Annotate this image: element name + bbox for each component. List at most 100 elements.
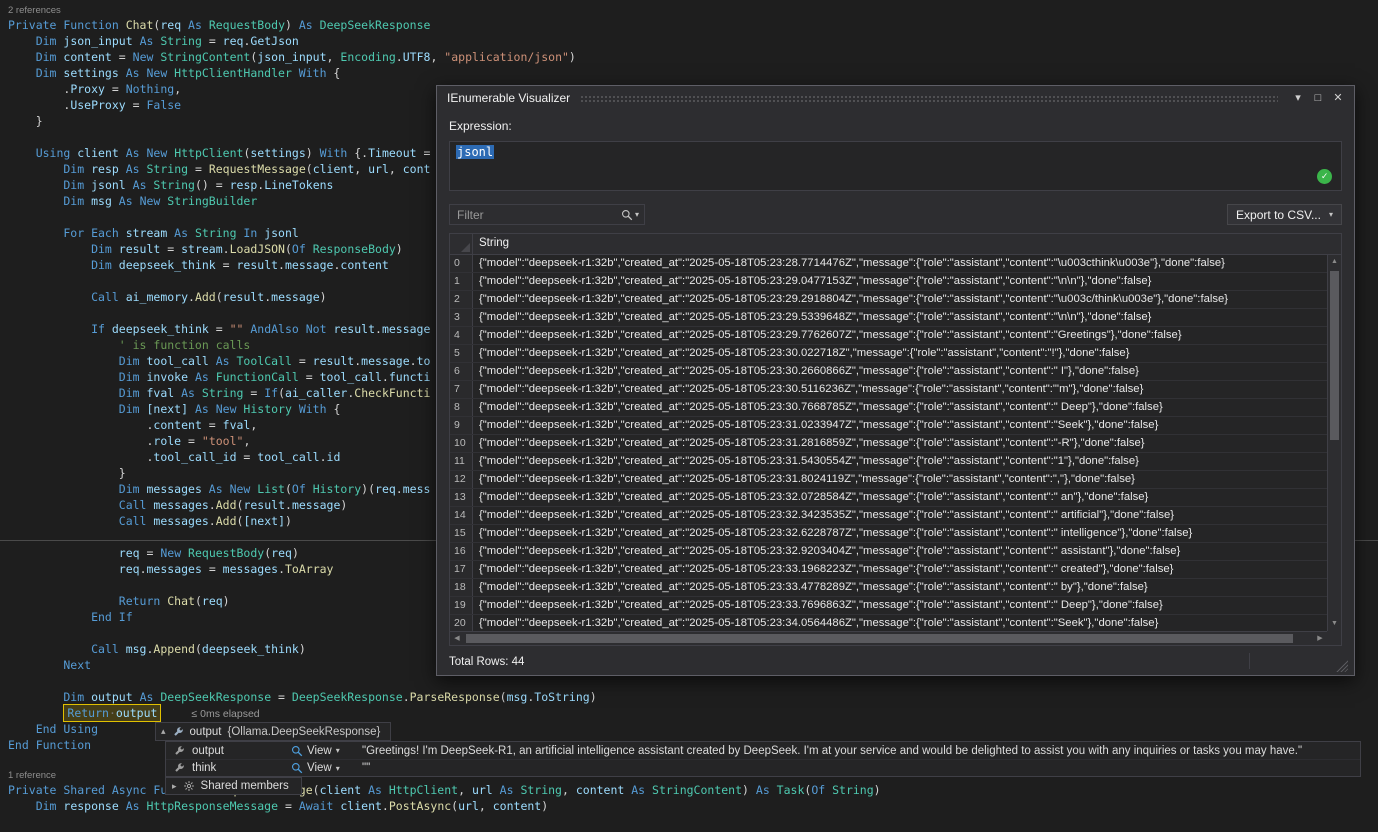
member-row-think[interactable]: think View ▾ "" — [166, 759, 1360, 776]
row-value-cell[interactable]: {"model":"deepseek-r1:32b","created_at":… — [473, 471, 1327, 488]
row-value-cell[interactable]: {"model":"deepseek-r1:32b","created_at":… — [473, 615, 1327, 631]
row-index-cell[interactable]: 5 — [450, 345, 473, 362]
grid-row[interactable]: 6{"model":"deepseek-r1:32b","created_at"… — [450, 363, 1327, 381]
window-menu-icon[interactable]: ▾ — [1288, 89, 1308, 107]
select-all-corner[interactable] — [450, 234, 473, 254]
row-index-cell[interactable]: 8 — [450, 399, 473, 416]
row-index-cell[interactable]: 6 — [450, 363, 473, 380]
grid-row[interactable]: 14{"model":"deepseek-r1:32b","created_at… — [450, 507, 1327, 525]
row-value-cell[interactable]: {"model":"deepseek-r1:32b","created_at":… — [473, 507, 1327, 524]
filter-input[interactable] — [455, 207, 621, 223]
scroll-up-icon[interactable]: ▲ — [1328, 255, 1341, 269]
grid-row[interactable]: 0{"model":"deepseek-r1:32b","created_at"… — [450, 255, 1327, 273]
grid-rows: 0{"model":"deepseek-r1:32b","created_at"… — [450, 255, 1327, 631]
grid-row[interactable]: 7{"model":"deepseek-r1:32b","created_at"… — [450, 381, 1327, 399]
title-drag-grip[interactable] — [580, 95, 1278, 104]
grid-row[interactable]: 4{"model":"deepseek-r1:32b","created_at"… — [450, 327, 1327, 345]
row-index-cell[interactable]: 14 — [450, 507, 473, 524]
grid-row[interactable]: 13{"model":"deepseek-r1:32b","created_at… — [450, 489, 1327, 507]
row-index-cell[interactable]: 4 — [450, 327, 473, 344]
row-index-cell[interactable]: 9 — [450, 417, 473, 434]
visualizer-title-bar[interactable]: IEnumerable Visualizer ▾ □ ✕ — [437, 86, 1354, 110]
row-value-cell[interactable]: {"model":"deepseek-r1:32b","created_at":… — [473, 489, 1327, 506]
search-dropdown-icon[interactable]: ▾ — [635, 210, 639, 219]
row-value-cell[interactable]: {"model":"deepseek-r1:32b","created_at":… — [473, 309, 1327, 326]
member-row-output[interactable]: output View ▾ "Greetings! I'm DeepSeek-R… — [166, 742, 1360, 759]
grid-row[interactable]: 2{"model":"deepseek-r1:32b","created_at"… — [450, 291, 1327, 309]
expression-input[interactable]: jsonl ✓ — [449, 141, 1342, 191]
vertical-scrollbar[interactable]: ▲ ▼ — [1327, 255, 1341, 631]
row-index-cell[interactable]: 0 — [450, 255, 473, 272]
grid-row[interactable]: 5{"model":"deepseek-r1:32b","created_at"… — [450, 345, 1327, 363]
row-value-cell[interactable]: {"model":"deepseek-r1:32b","created_at":… — [473, 453, 1327, 470]
member-value: "Greetings! I'm DeepSeek-R1, an artifici… — [362, 745, 1353, 757]
grid-row[interactable]: 9{"model":"deepseek-r1:32b","created_at"… — [450, 417, 1327, 435]
grid-row[interactable]: 15{"model":"deepseek-r1:32b","created_at… — [450, 525, 1327, 543]
row-value-cell[interactable]: {"model":"deepseek-r1:32b","created_at":… — [473, 327, 1327, 344]
resize-grip[interactable] — [1335, 659, 1348, 672]
grid-row[interactable]: 12{"model":"deepseek-r1:32b","created_at… — [450, 471, 1327, 489]
view-dropdown-icon[interactable]: ▾ — [336, 746, 340, 755]
grid-row[interactable]: 20{"model":"deepseek-r1:32b","created_at… — [450, 615, 1327, 631]
row-index-cell[interactable]: 11 — [450, 453, 473, 470]
grid-row[interactable]: 10{"model":"deepseek-r1:32b","created_at… — [450, 435, 1327, 453]
search-icon[interactable] — [621, 209, 633, 221]
row-index-cell[interactable]: 7 — [450, 381, 473, 398]
scroll-right-icon[interactable]: ▶ — [1313, 632, 1327, 645]
horizontal-scrollbar[interactable]: ◀ ▶ — [450, 631, 1327, 645]
row-value-cell[interactable]: {"model":"deepseek-r1:32b","created_at":… — [473, 435, 1327, 452]
grid-row[interactable]: 3{"model":"deepseek-r1:32b","created_at"… — [450, 309, 1327, 327]
row-index-cell[interactable]: 1 — [450, 273, 473, 290]
horizontal-scrollbar-thumb[interactable] — [466, 634, 1293, 643]
row-value-cell[interactable]: {"model":"deepseek-r1:32b","created_at":… — [473, 381, 1327, 398]
view-button[interactable]: View ▾ — [291, 762, 355, 774]
export-dropdown-icon[interactable]: ▾ — [1329, 210, 1333, 219]
codelens-references-label[interactable]: 2 references — [8, 4, 1378, 17]
row-index-cell[interactable]: 17 — [450, 561, 473, 578]
row-value-cell[interactable]: {"model":"deepseek-r1:32b","created_at":… — [473, 417, 1327, 434]
row-index-cell[interactable]: 13 — [450, 489, 473, 506]
row-value-cell[interactable]: {"model":"deepseek-r1:32b","created_at":… — [473, 363, 1327, 380]
grid-row[interactable]: 17{"model":"deepseek-r1:32b","created_at… — [450, 561, 1327, 579]
row-index-cell[interactable]: 20 — [450, 615, 473, 631]
expand-expander-icon[interactable]: ▸ — [172, 781, 177, 792]
row-index-cell[interactable]: 16 — [450, 543, 473, 560]
scroll-down-icon[interactable]: ▼ — [1328, 617, 1341, 631]
row-index-cell[interactable]: 2 — [450, 291, 473, 308]
row-value-cell[interactable]: {"model":"deepseek-r1:32b","created_at":… — [473, 291, 1327, 308]
row-value-cell[interactable]: {"model":"deepseek-r1:32b","created_at":… — [473, 525, 1327, 542]
row-value-cell[interactable]: {"model":"deepseek-r1:32b","created_at":… — [473, 597, 1327, 614]
shared-members-row[interactable]: ▸ Shared members — [165, 777, 302, 795]
row-value-cell[interactable]: {"model":"deepseek-r1:32b","created_at":… — [473, 579, 1327, 596]
grid-row[interactable]: 1{"model":"deepseek-r1:32b","created_at"… — [450, 273, 1327, 291]
row-index-cell[interactable]: 19 — [450, 597, 473, 614]
grid-row[interactable]: 19{"model":"deepseek-r1:32b","created_at… — [450, 597, 1327, 615]
vertical-scrollbar-thumb[interactable] — [1330, 271, 1339, 440]
row-index-cell[interactable]: 18 — [450, 579, 473, 596]
row-value-cell[interactable]: {"model":"deepseek-r1:32b","created_at":… — [473, 345, 1327, 362]
row-index-cell[interactable]: 10 — [450, 435, 473, 452]
grid-row[interactable]: 11{"model":"deepseek-r1:32b","created_at… — [450, 453, 1327, 471]
row-value-cell[interactable]: {"model":"deepseek-r1:32b","created_at":… — [473, 543, 1327, 560]
collapse-expander-icon[interactable]: ▴ — [161, 726, 166, 737]
row-value-cell[interactable]: {"model":"deepseek-r1:32b","created_at":… — [473, 399, 1327, 416]
view-button[interactable]: View ▾ — [291, 745, 355, 757]
datatip-header-row[interactable]: ▴ output {Ollama.DeepSeekResponse} — [155, 722, 391, 741]
row-value-cell[interactable]: {"model":"deepseek-r1:32b","created_at":… — [473, 255, 1327, 272]
datatip-variable-type: {Ollama.DeepSeekResponse} — [228, 726, 381, 738]
grid-row[interactable]: 18{"model":"deepseek-r1:32b","created_at… — [450, 579, 1327, 597]
column-header-string[interactable]: String — [473, 234, 1341, 254]
row-value-cell[interactable]: {"model":"deepseek-r1:32b","created_at":… — [473, 561, 1327, 578]
grid-row[interactable]: 8{"model":"deepseek-r1:32b","created_at"… — [450, 399, 1327, 417]
row-index-cell[interactable]: 3 — [450, 309, 473, 326]
view-dropdown-icon[interactable]: ▾ — [336, 764, 340, 773]
grid-row[interactable]: 16{"model":"deepseek-r1:32b","created_at… — [450, 543, 1327, 561]
maximize-icon[interactable]: □ — [1308, 89, 1328, 107]
close-icon[interactable]: ✕ — [1328, 89, 1348, 107]
row-value-cell[interactable]: {"model":"deepseek-r1:32b","created_at":… — [473, 273, 1327, 290]
scroll-left-icon[interactable]: ◀ — [450, 632, 464, 645]
filter-box[interactable]: ▾ — [449, 204, 645, 225]
row-index-cell[interactable]: 15 — [450, 525, 473, 542]
export-to-csv-button[interactable]: Export to CSV... ▾ — [1227, 204, 1342, 225]
row-index-cell[interactable]: 12 — [450, 471, 473, 488]
